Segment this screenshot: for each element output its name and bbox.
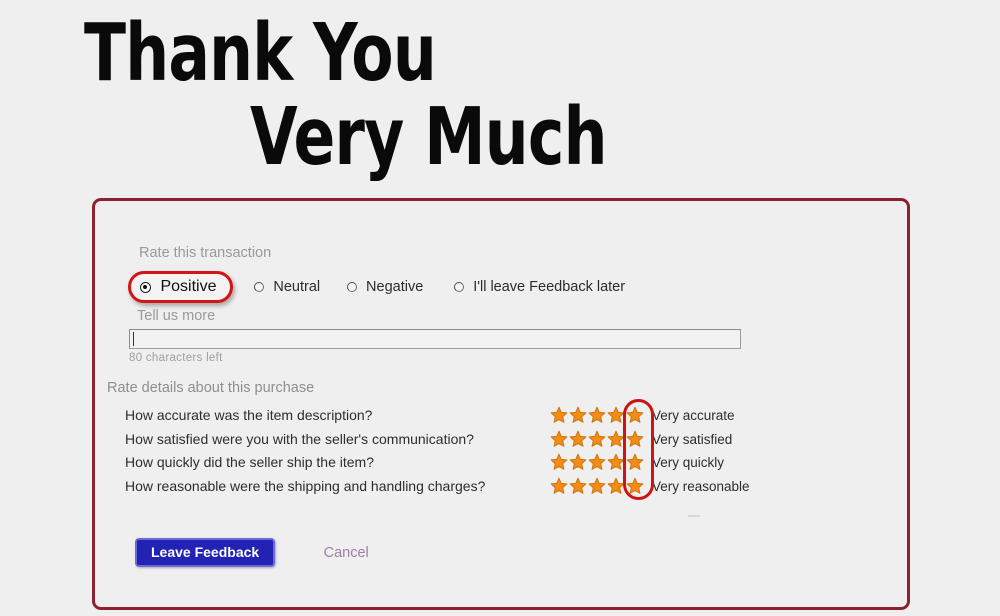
- text-cursor: [133, 332, 134, 346]
- radio-button-neutral-icon[interactable]: [253, 281, 264, 292]
- star-icon[interactable]: [588, 406, 606, 428]
- star-icon[interactable]: [626, 453, 644, 475]
- radio-button-negative-icon[interactable]: [346, 281, 357, 292]
- star-icon[interactable]: [588, 430, 606, 452]
- star-icon[interactable]: [569, 453, 587, 475]
- rating-question: How reasonable were the shipping and han…: [125, 477, 486, 494]
- star-rating-control[interactable]: [550, 453, 645, 475]
- cancel-link[interactable]: Cancel: [324, 545, 369, 561]
- star-icon[interactable]: [626, 430, 644, 452]
- star-icon[interactable]: [607, 430, 625, 452]
- radio-label-positive: Positive: [160, 278, 217, 295]
- tell-us-more-input[interactable]: [129, 329, 741, 349]
- rating-value-label: Very accurate: [652, 408, 735, 423]
- table-row: How quickly did the seller ship the item…: [95, 453, 907, 477]
- star-icon[interactable]: [550, 430, 568, 452]
- star-icon[interactable]: [550, 406, 568, 428]
- star-icon[interactable]: [626, 406, 644, 428]
- rating-question: How satisfied were you with the seller's…: [125, 430, 474, 447]
- feedback-form: Rate this transaction Positive Neutral N…: [95, 201, 907, 607]
- rate-transaction-radio-group: Positive Neutral Negative I'll leave Fee…: [128, 271, 626, 304]
- star-icon[interactable]: [588, 453, 606, 475]
- tell-us-more-label: Tell us more: [137, 308, 216, 324]
- star-icon[interactable]: [607, 453, 625, 475]
- radio-label-leave-feedback-later: I'll leave Feedback later: [473, 278, 626, 295]
- radio-label-neutral: Neutral: [273, 278, 321, 295]
- radio-option-leave-feedback-later[interactable]: I'll leave Feedback later: [453, 278, 626, 296]
- rate-details-heading: Rate details about this purchase: [107, 380, 315, 396]
- rating-question: How accurate was the item description?: [125, 407, 373, 423]
- radio-button-later-icon[interactable]: [453, 281, 464, 292]
- radio-option-positive[interactable]: Positive: [128, 271, 234, 304]
- radio-option-negative[interactable]: Negative: [346, 278, 424, 296]
- star-icon[interactable]: [569, 430, 587, 452]
- table-row: How accurate was the item description? V…: [95, 406, 907, 430]
- decorative-mark: [688, 515, 700, 517]
- rating-value-label: Very satisfied: [652, 431, 733, 447]
- star-rating-control[interactable]: [550, 406, 645, 428]
- form-actions: Leave Feedback Cancel: [135, 538, 369, 567]
- table-row: How reasonable were the shipping and han…: [95, 477, 907, 501]
- leave-feedback-button[interactable]: Leave Feedback: [135, 538, 276, 567]
- rating-value-label: Very reasonable: [652, 478, 750, 494]
- star-icon[interactable]: [607, 477, 625, 499]
- star-icon[interactable]: [626, 477, 644, 499]
- radio-option-neutral[interactable]: Neutral: [253, 278, 321, 296]
- rating-rows: How accurate was the item description? V…: [95, 406, 907, 500]
- radio-label-negative: Negative: [366, 278, 424, 295]
- rate-transaction-label: Rate this transaction: [139, 245, 272, 261]
- rating-value-label: Very quickly: [652, 455, 725, 470]
- headline-line-2: Very Much: [250, 91, 607, 183]
- headline-line-1: Thank You: [84, 7, 437, 99]
- radio-button-positive-icon[interactable]: [140, 281, 151, 293]
- characters-left-counter: 80 characters left: [129, 352, 223, 364]
- star-icon[interactable]: [550, 453, 568, 475]
- page-headline: Thank You Very Much: [0, 0, 1000, 185]
- star-rating-control[interactable]: [550, 430, 645, 452]
- star-icon[interactable]: [569, 477, 587, 499]
- star-icon[interactable]: [569, 406, 587, 428]
- table-row: How satisfied were you with the seller's…: [95, 430, 907, 454]
- star-icon[interactable]: [607, 406, 625, 428]
- star-rating-control[interactable]: [550, 477, 645, 499]
- rating-question: How quickly did the seller ship the item…: [125, 454, 375, 470]
- star-icon[interactable]: [588, 477, 606, 499]
- feedback-form-frame: Rate this transaction Positive Neutral N…: [92, 198, 910, 610]
- star-icon[interactable]: [550, 477, 568, 499]
